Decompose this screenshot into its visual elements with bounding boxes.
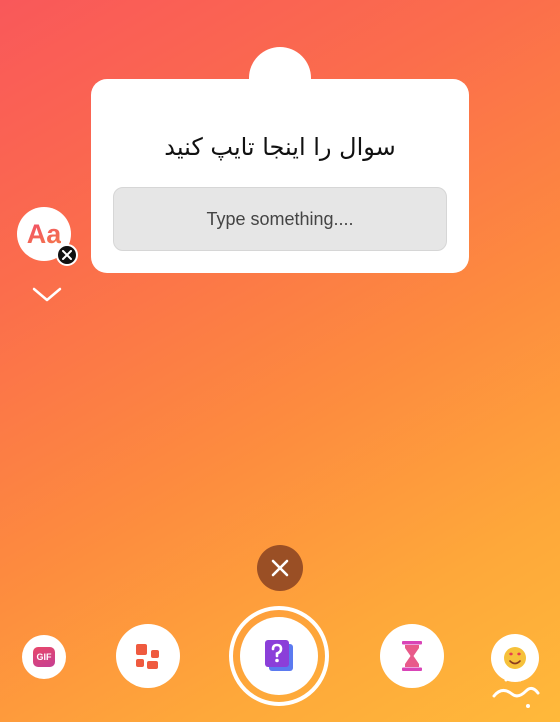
text-style-label: Aa <box>26 218 62 249</box>
close-button[interactable] <box>257 545 303 591</box>
grid-icon <box>136 644 159 669</box>
watermark-logo <box>492 674 540 708</box>
hourglass-icon <box>402 641 422 671</box>
question-title[interactable]: سوال را اینجا تایپ کنید <box>91 133 469 161</box>
chevron-down-icon[interactable] <box>32 287 62 303</box>
question-icon <box>265 640 293 671</box>
templates-button[interactable] <box>116 624 180 688</box>
gif-sticker-button[interactable]: GIF <box>22 635 66 679</box>
questions-sticker-button[interactable] <box>229 606 329 706</box>
gif-label: GIF <box>33 647 55 667</box>
countdown-sticker-button[interactable] <box>380 624 444 688</box>
question-sticker-card[interactable]: سوال را اینجا تایپ کنید Type something..… <box>91 79 469 273</box>
close-icon <box>271 559 289 577</box>
remove-text-style-icon[interactable] <box>56 244 78 266</box>
answer-input[interactable]: Type something.... <box>113 187 447 251</box>
